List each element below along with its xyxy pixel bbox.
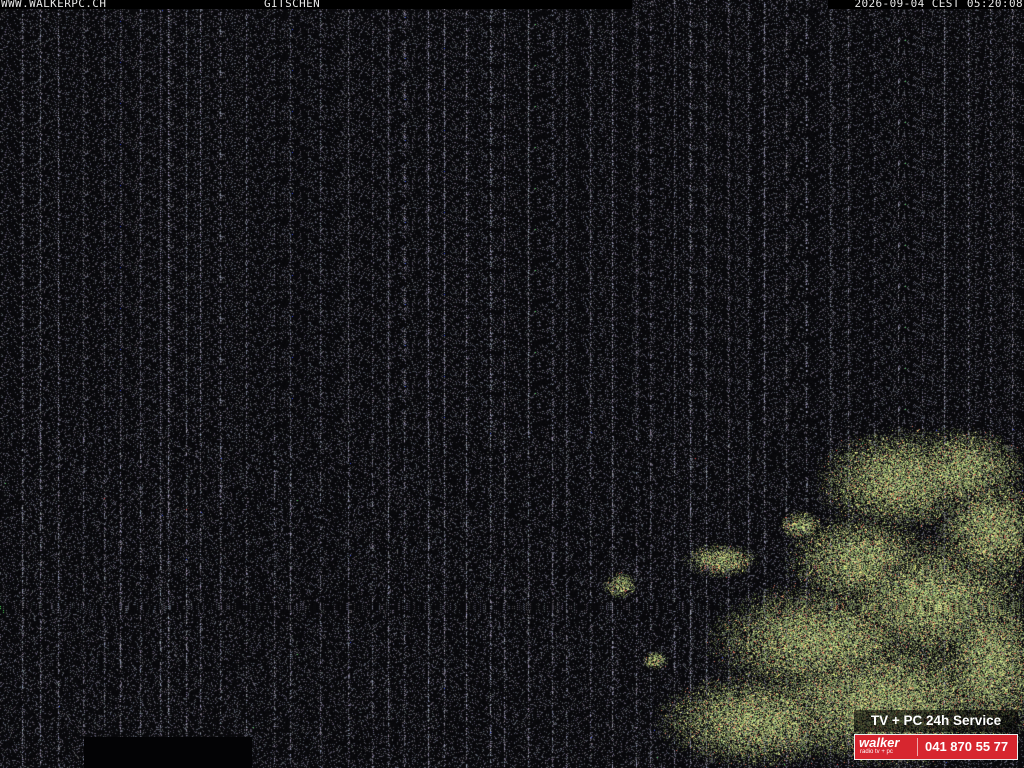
location-caption: GITSCHEN [264,0,321,10]
brand-logo-subtitle: radio tv + pc [860,749,893,755]
brand-logo-word: walker [859,735,900,750]
service-ad: TV + PC 24h Service walker radio tv + pc… [854,710,1018,760]
timestamp-caption: 2026-09-04 CEST 05:20:08 [854,0,1023,10]
site-caption: WWW.WALKERPC.CH [1,0,107,10]
ad-phone-number: 041 870 55 77 [925,739,1009,754]
night-scene-image [0,0,1024,768]
ad-divider [917,738,918,756]
webcam-frame: WWW.WALKERPC.CH GITSCHEN 2026-09-04 CEST… [0,0,1024,768]
dark-block [84,737,252,768]
ad-service-line: TV + PC 24h Service [854,710,1018,732]
brand-logo: walker radio tv + pc [859,735,919,759]
ad-contact-strip: walker radio tv + pc 041 870 55 77 [854,734,1018,760]
